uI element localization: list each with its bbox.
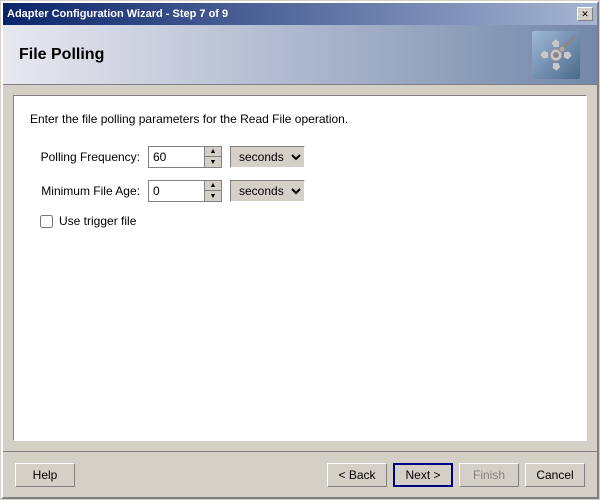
polling-frequency-spinner-buttons: ▲ ▼: [204, 147, 221, 167]
gear-icon: [532, 31, 580, 79]
minimum-file-age-up-button[interactable]: ▲: [205, 181, 221, 191]
polling-frequency-up-button[interactable]: ▲: [205, 147, 221, 157]
use-trigger-file-label: Use trigger file: [59, 214, 136, 228]
polling-frequency-row: Polling Frequency: ▲ ▼ seconds minutes h…: [30, 146, 570, 168]
minimum-file-age-row: Minimum File Age: ▲ ▼ seconds minutes ho…: [30, 180, 570, 202]
minimum-file-age-label: Minimum File Age:: [30, 184, 140, 198]
title-bar-buttons: ✕: [577, 7, 593, 21]
content-area: Enter the file polling parameters for th…: [3, 85, 597, 451]
polling-frequency-label: Polling Frequency:: [30, 150, 140, 164]
minimum-file-age-input[interactable]: [149, 181, 204, 201]
footer-right: < Back Next > Finish Cancel: [327, 463, 585, 487]
finish-button: Finish: [459, 463, 519, 487]
polling-frequency-down-button[interactable]: ▼: [205, 157, 221, 167]
minimum-file-age-unit-select[interactable]: seconds minutes hours: [230, 180, 305, 202]
polling-frequency-unit-select[interactable]: seconds minutes hours: [230, 146, 305, 168]
description-text: Enter the file polling parameters for th…: [30, 112, 570, 126]
use-trigger-file-checkbox[interactable]: [40, 215, 53, 228]
close-button[interactable]: ✕: [577, 7, 593, 21]
minimum-file-age-spinner-buttons: ▲ ▼: [204, 181, 221, 201]
footer-left: Help: [15, 463, 75, 487]
window-title: Adapter Configuration Wizard - Step 7 of…: [7, 8, 228, 20]
use-trigger-file-row: Use trigger file: [40, 214, 570, 228]
polling-frequency-input[interactable]: [149, 147, 204, 167]
cancel-button[interactable]: Cancel: [525, 463, 585, 487]
inner-panel: Enter the file polling parameters for th…: [13, 95, 587, 441]
next-button[interactable]: Next >: [393, 463, 453, 487]
page-title: File Polling: [19, 46, 104, 64]
back-button[interactable]: < Back: [327, 463, 387, 487]
wizard-window: Adapter Configuration Wizard - Step 7 of…: [1, 1, 599, 499]
title-bar: Adapter Configuration Wizard - Step 7 of…: [3, 3, 597, 25]
minimum-file-age-down-button[interactable]: ▼: [205, 191, 221, 201]
header-area: File Polling: [3, 25, 597, 85]
footer: Help < Back Next > Finish Cancel: [3, 451, 597, 497]
polling-frequency-spinner: ▲ ▼: [148, 146, 222, 168]
minimum-file-age-spinner: ▲ ▼: [148, 180, 222, 202]
header-icon: [531, 30, 581, 80]
help-button[interactable]: Help: [15, 463, 75, 487]
